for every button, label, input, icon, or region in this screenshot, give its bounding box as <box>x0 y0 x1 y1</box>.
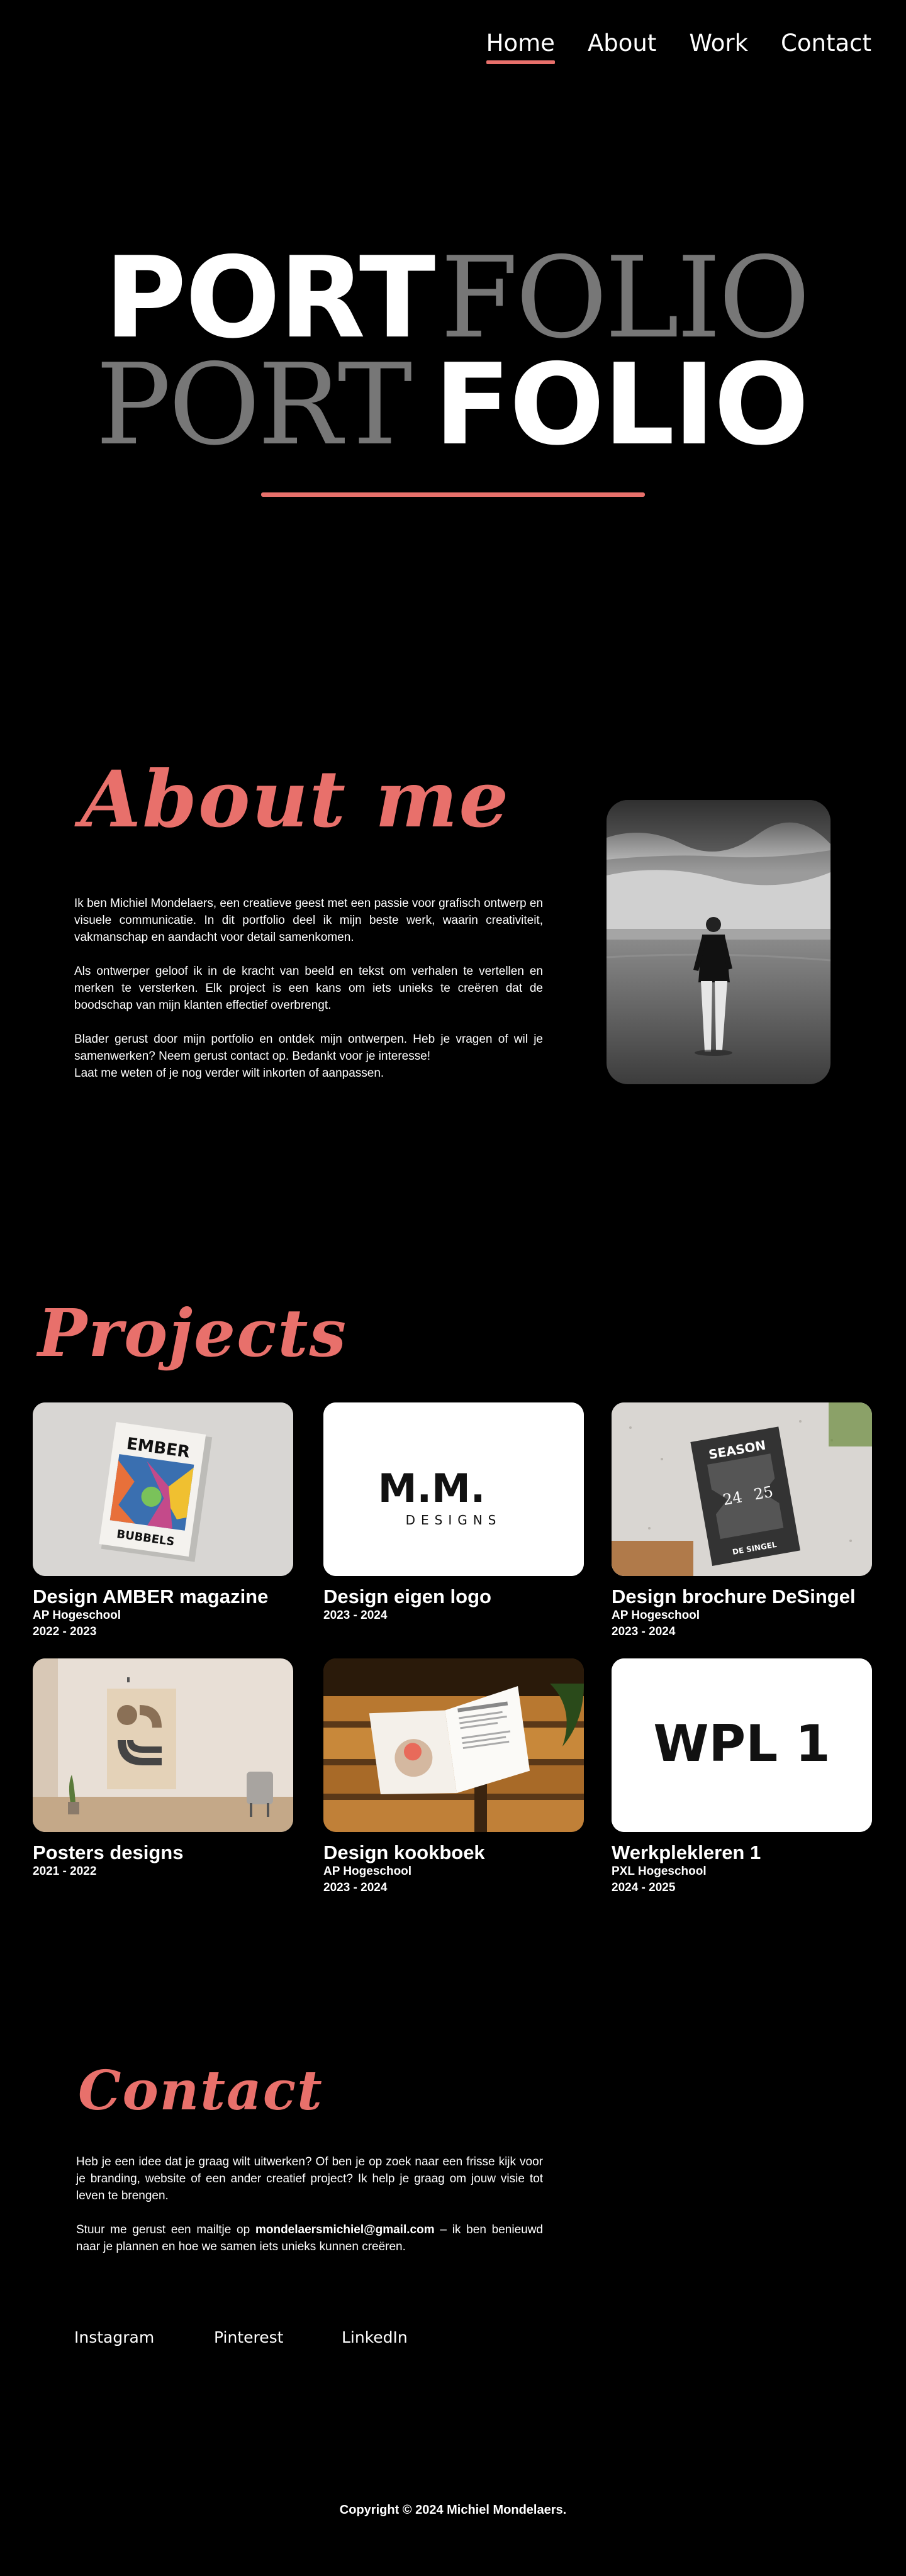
project-thumbnail[interactable]: WPL 1 <box>612 1658 872 1832</box>
social-linkedin-link[interactable]: LinkedIn <box>342 2328 408 2346</box>
project-card-kookboek[interactable]: Design kookboek AP Hogeschool 2023 - 202… <box>323 1658 584 1896</box>
contact-paragraph: Stuur me gerust een mailtje op mondelaer… <box>76 2221 543 2255</box>
contact-email-link[interactable]: mondelaersmichiel@gmail.com <box>255 2223 435 2236</box>
logo-text-m1: M.M. <box>378 1465 486 1511</box>
hero-underline <box>261 492 645 497</box>
project-years: 2021 - 2022 <box>33 1865 97 1878</box>
social-pinterest-link[interactable]: Pinterest <box>214 2328 283 2346</box>
nav-home-link[interactable]: Home <box>486 29 556 64</box>
projects-title: Projects <box>38 1294 348 1372</box>
project-thumbnail[interactable] <box>33 1658 293 1832</box>
main-nav: Home About Work Contact <box>454 29 871 64</box>
project-card-desingel[interactable]: SEASON 24 25 DE SINGEL Design brochure D… <box>612 1402 872 1640</box>
project-years: 2023 - 2024 <box>323 1609 388 1622</box>
project-school: AP Hogeschool <box>33 1609 121 1622</box>
hero-line2-folio: FOLIO <box>434 340 809 470</box>
project-card-amber[interactable]: EMBER BUBBELS Design AMBER magazine AP H… <box>33 1402 293 1640</box>
project-thumbnail[interactable]: SEASON 24 25 DE SINGEL <box>612 1402 872 1576</box>
about-paragraph: Laat me weten of je nog verder wilt inko… <box>74 1067 384 1080</box>
about-paragraph: Ik ben Michiel Mondelaers, een creatieve… <box>74 897 543 944</box>
project-years: 2022 - 2023 <box>33 1625 97 1638</box>
project-title: Design eigen logo <box>323 1585 491 1607</box>
project-title: Design brochure DeSingel <box>612 1585 856 1607</box>
footer-copyright: Copyright © 2024 Michiel Mondelaers. <box>339 2503 567 2517</box>
project-thumbnail[interactable]: M.M. DESIGNS <box>323 1402 584 1576</box>
nav-contact-link[interactable]: Contact <box>781 29 871 58</box>
project-card-posters[interactable]: Posters designs 2021 - 2022 <box>33 1658 293 1880</box>
project-thumbnail[interactable]: EMBER BUBBELS <box>33 1402 293 1576</box>
contact-paragraph: Heb je een idee dat je graag wilt uitwer… <box>76 2155 543 2202</box>
nav-work-link[interactable]: Work <box>689 29 748 58</box>
project-school: AP Hogeschool <box>323 1865 412 1878</box>
project-years: 2023 - 2024 <box>323 1881 388 1894</box>
about-title: About me <box>81 754 510 845</box>
profile-photo <box>607 800 830 1084</box>
hero-section: PORT FOLIO PORT FOLIO <box>0 236 906 500</box>
project-school: PXL Hogeschool <box>612 1865 707 1878</box>
contact-text-pre: Stuur me gerust een mailtje op <box>76 2223 255 2236</box>
project-years: 2024 - 2025 <box>612 1881 676 1894</box>
project-card-logo[interactable]: M.M. DESIGNS Design eigen logo 2023 - 20… <box>323 1402 584 1624</box>
wpl-thumb-text: WPL 1 <box>653 1714 830 1773</box>
about-text: Ik ben Michiel Mondelaers, een creatieve… <box>74 895 543 1099</box>
project-card-wpl[interactable]: WPL 1 Werkplekleren 1 PXL Hogeschool 202… <box>612 1658 872 1896</box>
brochure-year-1: 24 <box>722 1488 744 1509</box>
brochure-year-2: 25 <box>752 1483 775 1504</box>
contact-title: Contact <box>78 2059 323 2123</box>
logo-subtext: DESIGNS <box>406 1513 502 1528</box>
hero-line1-folio: FOLIO <box>440 233 810 363</box>
project-title: Design AMBER magazine <box>33 1585 269 1607</box>
nav-about-link[interactable]: About <box>588 29 656 58</box>
hero-line2-port: PORT <box>96 340 412 470</box>
project-title: Design kookboek <box>323 1841 485 1863</box>
contact-text: Heb je een idee dat je graag wilt uitwer… <box>76 2153 543 2272</box>
project-school: AP Hogeschool <box>612 1609 700 1622</box>
about-paragraph: Als ontwerper geloof ik in de kracht van… <box>74 965 543 1012</box>
about-paragraph: Blader gerust door mijn portfolio en ont… <box>74 1033 543 1063</box>
project-title: Werkplekleren 1 <box>612 1841 761 1863</box>
project-title: Posters designs <box>33 1841 184 1863</box>
hero-line1-port: PORT <box>104 233 435 363</box>
social-instagram-link[interactable]: Instagram <box>74 2328 154 2346</box>
project-years: 2023 - 2024 <box>612 1625 676 1638</box>
project-thumbnail[interactable] <box>323 1658 584 1832</box>
